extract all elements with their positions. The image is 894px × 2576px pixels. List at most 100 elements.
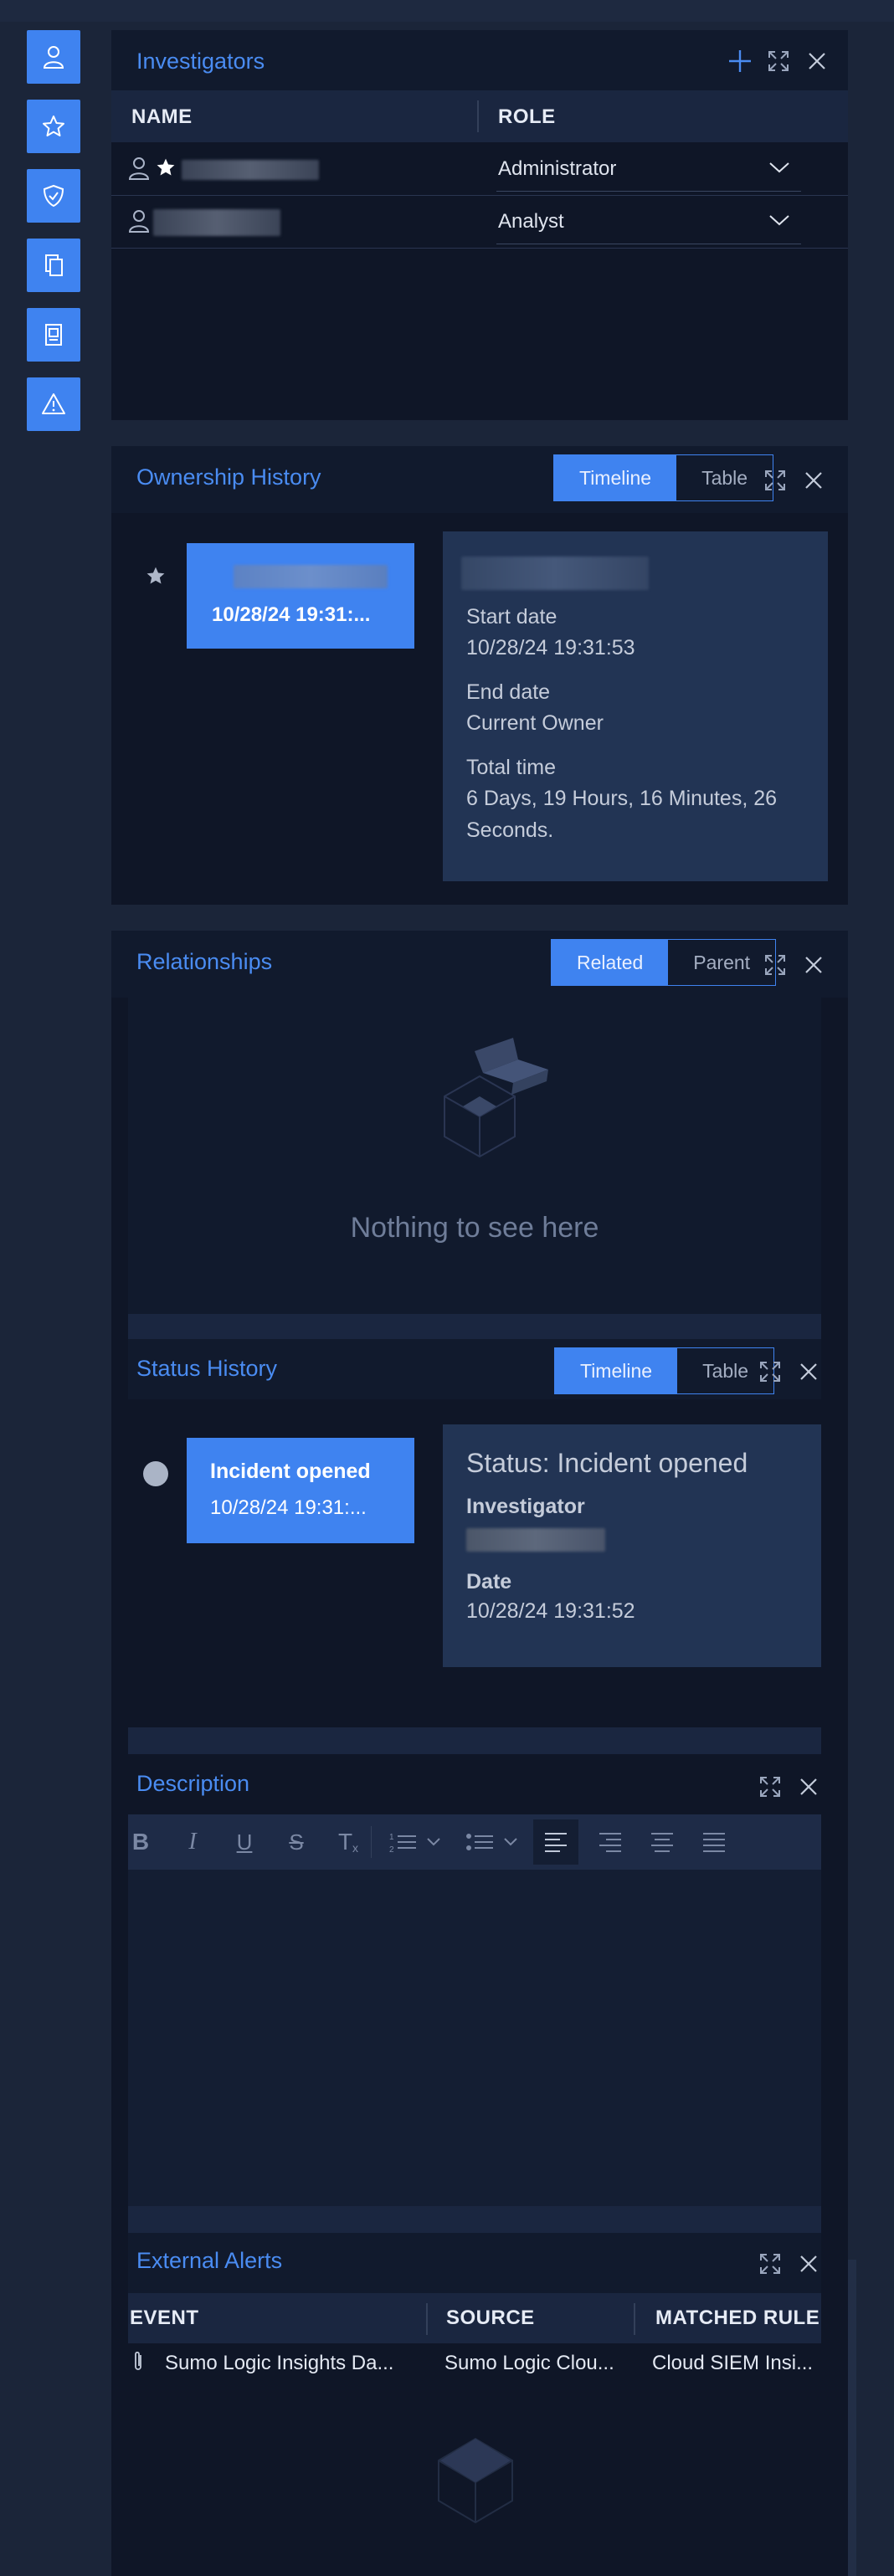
ownership-title: Ownership History — [136, 464, 321, 490]
expand-button[interactable] — [763, 952, 788, 978]
expand-icon — [765, 955, 785, 975]
align-left-button[interactable] — [533, 1819, 578, 1865]
alert-rule-cell: Cloud SIEM Insi... — [652, 2352, 814, 2374]
ordered-list-button[interactable]: 12 — [386, 1824, 448, 1860]
align-center-button[interactable] — [645, 1824, 679, 1860]
sidebar-item-security[interactable] — [27, 169, 80, 223]
ownership-tools — [763, 468, 826, 493]
close-button[interactable] — [801, 468, 826, 493]
tab-parent[interactable]: Parent — [668, 940, 776, 985]
status-view-toggle: Timeline Table — [554, 1347, 775, 1394]
section-divider — [128, 2206, 821, 2233]
bullet-list-button[interactable] — [463, 1824, 525, 1860]
tab-timeline[interactable]: Timeline — [555, 1348, 678, 1393]
empty-box-icon — [438, 2437, 513, 2524]
total-time-label: Total time — [466, 756, 556, 779]
close-button[interactable] — [796, 1359, 821, 1384]
tab-timeline[interactable]: Timeline — [554, 455, 677, 500]
close-icon — [800, 1778, 817, 1795]
start-date-label: Start date — [466, 605, 557, 629]
italic-button[interactable]: I — [180, 1824, 205, 1860]
strikethrough-button[interactable]: S — [284, 1824, 309, 1860]
expand-icon — [765, 470, 785, 490]
sidebar-item-report[interactable] — [27, 308, 80, 362]
add-investigator-button[interactable] — [727, 49, 753, 74]
column-divider[interactable] — [634, 2303, 635, 2335]
expand-icon — [768, 51, 789, 71]
chevron-down-icon[interactable] — [768, 159, 791, 176]
close-button[interactable] — [801, 952, 826, 978]
scrollbar[interactable] — [848, 2260, 856, 2576]
alerts-grid-header: EVENT SOURCE MATCHED RULE — [128, 2293, 821, 2343]
table-row[interactable]: Administrator — [111, 144, 848, 196]
expand-button[interactable] — [758, 1359, 783, 1384]
rich-text-toolbar: B I U S Tx 12 — [128, 1814, 821, 1870]
close-button[interactable] — [796, 2251, 821, 2276]
column-divider[interactable] — [477, 100, 479, 132]
role-select-value[interactable]: Administrator — [498, 157, 616, 181]
svg-text:2: 2 — [389, 1845, 394, 1855]
end-date-label: End date — [466, 680, 551, 704]
description-title: Description — [136, 1771, 250, 1796]
owner-star-icon — [146, 567, 165, 584]
owner-detail-card: Start date 10/28/24 19:31:53 End date Cu… — [443, 531, 828, 881]
role-select-value[interactable]: Analyst — [498, 210, 564, 233]
status-timeline-card[interactable]: Incident opened 10/28/24 19:31:... — [187, 1438, 414, 1543]
owner-card-date: 10/28/24 19:31:... — [212, 603, 371, 626]
ownership-header: Ownership History Timeline Table — [111, 446, 848, 513]
column-role-header[interactable]: ROLE — [498, 105, 556, 129]
column-divider[interactable] — [426, 2303, 428, 2335]
underline-button[interactable]: U — [232, 1824, 257, 1860]
close-button[interactable] — [804, 49, 830, 74]
redacted-owner-name — [461, 557, 649, 590]
sidebar-item-favorites[interactable] — [27, 100, 80, 153]
bullet-list-icon — [466, 1834, 517, 1850]
column-source-header[interactable]: SOURCE — [446, 2307, 535, 2330]
expand-icon — [760, 1777, 780, 1797]
bold-button[interactable]: B — [128, 1824, 153, 1860]
tab-table[interactable]: Table — [676, 455, 773, 500]
redacted-owner — [234, 565, 388, 588]
report-icon — [45, 324, 62, 346]
section-divider — [128, 1314, 821, 1339]
column-event-header[interactable]: EVENT — [130, 2307, 199, 2330]
shield-check-icon — [43, 184, 64, 208]
chevron-down-icon[interactable] — [768, 212, 791, 228]
external-alerts-header: External Alerts — [128, 2233, 821, 2293]
expand-button[interactable] — [758, 1774, 783, 1799]
status-history-title: Status History — [136, 1356, 278, 1381]
total-time-value: 6 Days, 19 Hours, 16 Minutes, 26 Seconds… — [466, 787, 778, 842]
date-label: Date — [466, 1570, 512, 1593]
table-row[interactable]: Sumo Logic Insights Da... Sumo Logic Clo… — [128, 2343, 821, 2380]
investigators-tools — [727, 49, 830, 74]
column-matched-rule-header[interactable]: MATCHED RULE — [655, 2307, 820, 2330]
clear-x-icon: x — [352, 1841, 359, 1855]
svg-text:1: 1 — [389, 1833, 394, 1842]
paperclip-icon — [135, 2351, 141, 2370]
expand-button[interactable] — [766, 49, 791, 74]
sidebar-item-alerts[interactable] — [27, 377, 80, 431]
toolbar-divider — [371, 1826, 372, 1858]
sidebar-item-investigators[interactable] — [27, 30, 80, 84]
align-justify-icon — [703, 1833, 725, 1852]
alert-source-cell: Sumo Logic Clou... — [444, 2352, 614, 2374]
owner-timeline-card[interactable]: 10/28/24 19:31:... — [187, 543, 414, 649]
description-editor[interactable] — [128, 1870, 821, 2206]
sidebar-item-documents[interactable] — [27, 239, 80, 292]
align-justify-button[interactable] — [697, 1824, 731, 1860]
align-right-button[interactable] — [593, 1824, 627, 1860]
close-button[interactable] — [796, 1774, 821, 1799]
warning-icon — [42, 393, 65, 414]
external-alerts-title: External Alerts — [136, 2248, 283, 2273]
column-name-header[interactable]: NAME — [131, 105, 193, 129]
status-dot-icon — [143, 1461, 168, 1486]
status-detail-card: Status: Incident opened Investigator Dat… — [443, 1424, 821, 1667]
clear-format-button[interactable]: Tx — [334, 1824, 362, 1860]
tab-related[interactable]: Related — [552, 940, 669, 985]
expand-button[interactable] — [758, 2251, 783, 2276]
expand-button[interactable] — [763, 468, 788, 493]
ownership-history-panel: Ownership History Timeline Table 10/28/2… — [111, 446, 848, 905]
alert-event-cell: Sumo Logic Insights Da... — [165, 2352, 394, 2374]
table-row[interactable]: Analyst — [111, 197, 848, 249]
date-value: 10/28/24 19:31:52 — [466, 1599, 635, 1623]
